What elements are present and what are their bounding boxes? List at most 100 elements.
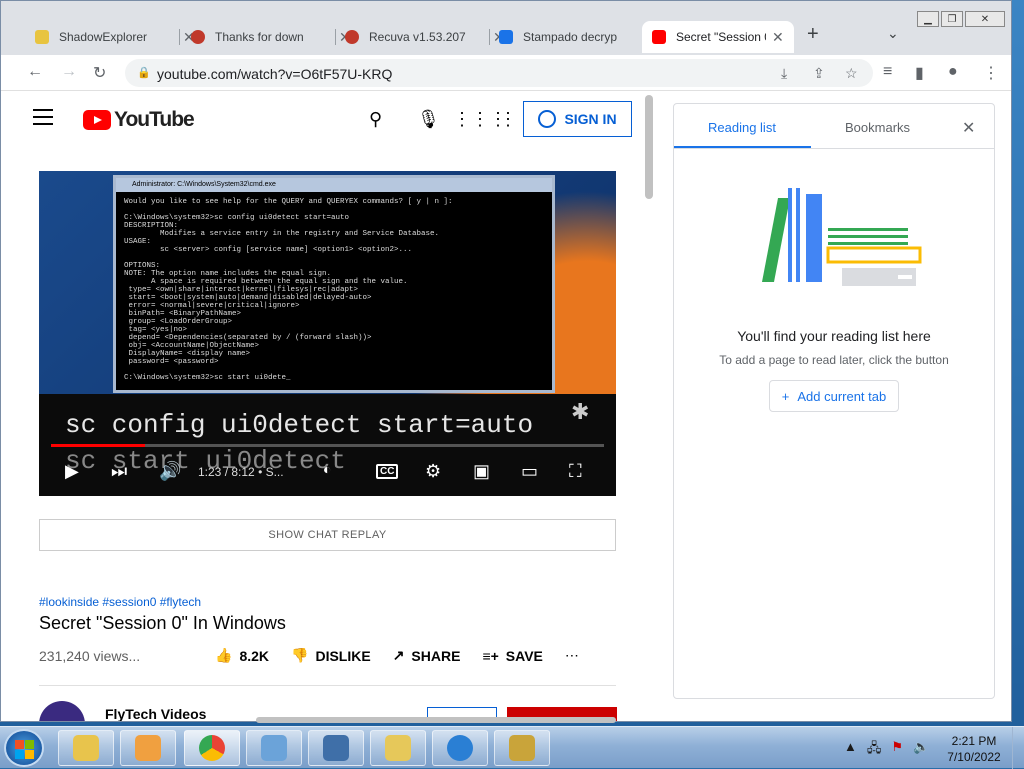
recuva-icon (509, 735, 535, 761)
tab-thanks[interactable]: Thanks for down ✕ (181, 21, 361, 53)
side-panel-icon[interactable]: ▮ (915, 63, 924, 83)
address-bar[interactable]: 🔒 youtube.com/watch?v=O6tF57U-KRQ ⤓ ⇪ ☆ (125, 59, 873, 87)
dislike-button[interactable]: 👎DISLIKE (291, 647, 371, 664)
clock-time: 2:21 PM (942, 733, 1006, 749)
taskbar-remote-desktop[interactable] (308, 730, 364, 766)
show-hidden-icons-icon[interactable]: ▲ (844, 739, 857, 761)
illustration-grey-line (898, 275, 912, 279)
taskbar-settings-app[interactable] (432, 730, 488, 766)
maximize-button[interactable]: ❐ (941, 11, 963, 27)
divider (39, 685, 616, 686)
volume-icon[interactable]: 🔈 (913, 739, 929, 761)
youtube-header: YouTube ⚲ 🎙 ⋮⋮⋮ ⋮ SIGN IN (13, 91, 645, 147)
horizontal-scrollbar[interactable] (256, 717, 616, 723)
time-value: 1:23 / 8:12 (198, 465, 255, 479)
tab-strip: ShadowExplorer ✕ Thanks for down ✕ Recuv… (1, 1, 1011, 55)
save-button[interactable]: ≡+SAVE (482, 647, 542, 664)
tab-search-button[interactable]: ⌄ (887, 25, 899, 42)
bookmark-star-icon[interactable]: ☆ (845, 65, 858, 82)
add-current-tab-label: Add current tab (797, 389, 886, 404)
search-icon[interactable]: ⚲ (369, 109, 382, 130)
video-cmd-window: Administrator: C:\Windows\System32\cmd.e… (113, 175, 555, 393)
taskbar-undo-app[interactable] (370, 730, 426, 766)
hamburger-menu-icon[interactable] (33, 109, 53, 130)
cmd-output: Would you like to see help for the QUERY… (116, 192, 552, 388)
windows-logo-red (15, 740, 24, 749)
close-window-button[interactable]: ✕ (965, 11, 1005, 27)
hashtags[interactable]: #lookinside #session0 #flytech (39, 595, 201, 609)
taskbar-media-player[interactable] (120, 730, 176, 766)
windows-logo-green (25, 740, 34, 749)
sign-in-button[interactable]: SIGN IN (523, 101, 632, 137)
minimize-button[interactable]: ▁ (917, 11, 939, 27)
reading-list-panel: Reading list Bookmarks ✕ You'll find you… (673, 103, 995, 699)
channel-name[interactable]: FlyTech Videos (105, 706, 206, 721)
close-icon[interactable]: ✕ (772, 29, 784, 46)
progress-played (51, 444, 145, 447)
control-panel-icon (261, 735, 287, 761)
taskbar-explorer[interactable] (58, 730, 114, 766)
taskbar-control-panel[interactable] (246, 730, 302, 766)
taskbar-clock[interactable]: 2:21 PM 7/10/2022 (942, 733, 1006, 765)
tab-youtube-active[interactable]: Secret "Session 0 ✕ (642, 21, 794, 53)
channel-row: FlyTech Videos (39, 701, 206, 721)
lock-icon: 🔒 (137, 66, 151, 79)
undo-arrow-icon (385, 735, 411, 761)
tab-shadowexplorer[interactable]: ShadowExplorer ✕ (25, 21, 205, 53)
page-scrollbar[interactable] (645, 95, 653, 199)
window-controls: ▁ ❐ ✕ (917, 11, 1005, 27)
tab-reading-list[interactable]: Reading list (708, 120, 776, 135)
taskbar-recuva[interactable] (494, 730, 550, 766)
gear-icon[interactable]: ⚙ (425, 461, 441, 482)
forward-icon[interactable]: → (61, 63, 77, 81)
start-button[interactable] (4, 729, 44, 767)
illustration-line (828, 228, 908, 231)
next-icon[interactable]: ⏭ (111, 461, 127, 482)
taskbar-chrome[interactable] (184, 730, 240, 766)
tab-favicon (345, 30, 359, 44)
share-button[interactable]: ↗SHARE (393, 647, 461, 664)
sign-in-label: SIGN IN (564, 111, 616, 127)
install-icon[interactable]: ⤓ (781, 65, 787, 82)
view-count[interactable]: 231,240 views... (39, 648, 140, 664)
video-player[interactable]: Administrator: C:\Windows\System32\cmd.e… (39, 171, 616, 496)
tab-bookmarks[interactable]: Bookmarks (845, 120, 910, 135)
play-icon[interactable]: ▶ (65, 461, 79, 482)
back-icon[interactable]: ← (27, 63, 43, 81)
tab-title: Thanks for down (215, 30, 333, 44)
reading-list-icon[interactable]: ≡ (883, 63, 892, 81)
fullscreen-icon[interactable]: ⛶ (569, 461, 582, 482)
tab-title: Recuva v1.53.207 (369, 30, 487, 44)
new-tab-button[interactable]: + (807, 23, 819, 46)
network-icon[interactable]: 🖧 (867, 739, 882, 761)
more-actions-icon[interactable]: ⋯ (565, 647, 579, 664)
thumbs-up-icon: 👍 (215, 647, 232, 664)
like-button[interactable]: 👍8.2K (215, 647, 269, 664)
theater-mode-icon[interactable]: ▭ (521, 461, 538, 482)
close-icon[interactable]: ✕ (962, 118, 975, 138)
thumbs-down-icon: 👎 (291, 647, 308, 664)
show-chat-replay-button[interactable]: SHOW CHAT REPLAY (39, 519, 616, 551)
video-progress-bar[interactable] (51, 444, 604, 447)
fly-watermark-icon: ✱ (571, 399, 589, 425)
channel-avatar[interactable] (39, 701, 85, 721)
show-desktop-button[interactable] (1012, 727, 1024, 769)
settings-dots-icon[interactable]: ⋮ (499, 109, 517, 130)
tab-recuva[interactable]: Recuva v1.53.207 ✕ (335, 21, 515, 53)
share-icon[interactable]: ⇪ (813, 65, 825, 82)
autoplay-toggle[interactable]: ◐ (323, 461, 331, 477)
reload-icon[interactable]: ↻ (93, 63, 106, 83)
profile-icon[interactable]: ● (948, 63, 958, 81)
menu-icon[interactable]: ⋮ (983, 63, 999, 83)
reading-list-heading: You'll find your reading list here (674, 328, 994, 344)
microphone-icon[interactable]: 🎙 (417, 109, 440, 130)
volume-icon[interactable]: 🔊 (159, 461, 181, 482)
captions-button[interactable]: CC (376, 464, 398, 479)
taskbar: ▲ 🖧 ⚑ 🔈 2:21 PM 7/10/2022 (0, 726, 1024, 768)
gear-icon (447, 735, 473, 761)
action-center-flag-icon[interactable]: ⚑ (891, 739, 903, 761)
youtube-logo[interactable]: YouTube (83, 108, 194, 132)
media-player-icon (135, 735, 161, 761)
add-current-tab-button[interactable]: + Add current tab (769, 380, 899, 412)
miniplayer-icon[interactable]: ▣ (473, 461, 490, 482)
